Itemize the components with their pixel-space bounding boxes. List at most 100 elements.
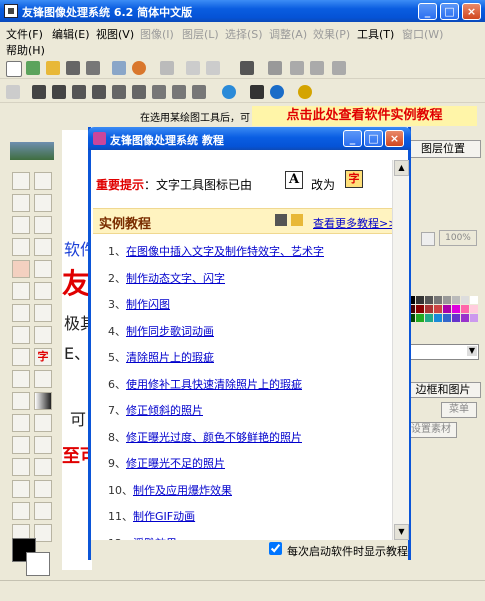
color-swatch[interactable] [434, 305, 442, 313]
list-item[interactable]: 5、清除照片上的瑕疵 [108, 349, 214, 365]
ellipse-tool[interactable] [12, 304, 30, 322]
list-item[interactable]: 9、修正曝光不足的照片 [108, 455, 225, 471]
play-icon[interactable] [192, 85, 206, 99]
scan-icon[interactable] [26, 61, 40, 75]
color-swatch[interactable] [452, 296, 460, 304]
move-tool[interactable] [34, 172, 52, 190]
darken-tool[interactable] [34, 458, 52, 476]
ellipse-select-tool[interactable] [34, 194, 52, 212]
layer-copy-icon[interactable] [52, 85, 66, 99]
heal-tool[interactable] [34, 524, 52, 542]
brush-tool[interactable] [34, 282, 52, 300]
brighten-tool[interactable] [12, 458, 30, 476]
film-icon[interactable] [250, 85, 264, 99]
list-item-link[interactable]: 制作动态文字、闪字 [126, 272, 225, 285]
list-item[interactable]: 8、修正曝光过度、颜色不够鲜艳的照片 [108, 429, 302, 445]
camera-icon[interactable] [132, 61, 146, 75]
eraser-tool[interactable] [34, 370, 52, 388]
color-swatch[interactable] [470, 305, 478, 313]
menu-view[interactable]: 视图(V) [96, 26, 134, 42]
blur-tool[interactable] [12, 480, 30, 498]
rectangle-tool[interactable] [12, 326, 30, 344]
zoom-tool[interactable] [12, 436, 30, 454]
round-select-tool[interactable] [12, 194, 30, 212]
color-swatch[interactable] [470, 296, 478, 304]
magic-select-tool[interactable] [34, 238, 52, 256]
menu-adjust[interactable]: 调整(A) [269, 26, 307, 42]
color-swatch[interactable] [434, 314, 442, 322]
highlighter-tool[interactable] [34, 436, 52, 454]
color-swatch[interactable] [425, 296, 433, 304]
color-swatch[interactable] [434, 296, 442, 304]
flip-icon[interactable] [332, 61, 346, 75]
dialog-scrollbar[interactable]: ▲ ▼ [392, 160, 409, 540]
minimize-button[interactable]: _ [418, 3, 437, 20]
palette-dropdown[interactable]: ▼ [407, 344, 479, 360]
layer-new-icon[interactable] [32, 85, 46, 99]
transform-tool[interactable] [12, 282, 30, 300]
list-item-link[interactable]: 在图像中插入文字及制作特效字、艺术字 [126, 245, 324, 258]
menu-layer[interactable]: 图层(L) [182, 26, 219, 42]
import-icon[interactable] [112, 61, 126, 75]
open-folder-icon[interactable] [46, 61, 60, 75]
settings-button[interactable]: 设置素材 [405, 422, 457, 438]
layer-delete-icon[interactable] [132, 85, 146, 99]
layer-lock-icon[interactable] [152, 85, 166, 99]
undo-icon[interactable] [6, 85, 20, 99]
list-item[interactable]: 2、制作动态文字、闪字 [108, 270, 225, 286]
menu-button[interactable]: 菜单 [441, 402, 477, 418]
menu-edit[interactable]: 编辑(E) [52, 26, 90, 42]
curve-tool[interactable] [12, 370, 30, 388]
color-swatch[interactable] [416, 314, 424, 322]
rotate-icon[interactable] [310, 61, 324, 75]
color-swatch[interactable] [443, 314, 451, 322]
color-swatch[interactable] [443, 305, 451, 313]
print-icon[interactable] [160, 61, 174, 75]
copy-icon[interactable] [206, 61, 220, 75]
list-item[interactable]: 1、在图像中插入文字及制作特效字、艺术字 [108, 243, 324, 259]
color-swatch[interactable] [416, 296, 424, 304]
tab-frames-pictures[interactable]: 边框和图片 [405, 382, 481, 398]
list-item[interactable]: 10、制作及应用爆炸效果 [108, 482, 232, 498]
cut-icon[interactable] [186, 61, 200, 75]
color-swatch[interactable] [425, 305, 433, 313]
list-item-link[interactable]: 制作同步歌词动画 [126, 325, 214, 338]
menu-window[interactable]: 窗口(W) [402, 26, 443, 42]
magnet-lasso-tool[interactable] [12, 238, 30, 256]
background-color-swatch[interactable] [26, 552, 50, 576]
menu-tools[interactable]: 工具(T) [357, 26, 394, 42]
close-button[interactable]: × [462, 3, 481, 20]
save-as-icon[interactable] [86, 61, 100, 75]
lasso-tool[interactable] [12, 216, 30, 234]
list-item[interactable]: 3、制作闪图 [108, 296, 170, 312]
help-icon[interactable] [298, 85, 312, 99]
list-item[interactable]: 4、制作同步歌词动画 [108, 323, 214, 339]
eyedropper-tool[interactable] [12, 414, 30, 432]
list-item-link[interactable]: 制作及应用爆炸效果 [133, 484, 232, 497]
gradient-tool[interactable] [34, 392, 52, 410]
show-tutorial-checkbox[interactable] [269, 542, 282, 555]
color-swatch[interactable] [461, 296, 469, 304]
layer-up-icon[interactable] [72, 85, 86, 99]
list-item-link[interactable]: 修正曝光过度、颜色不够鲜艳的照片 [126, 431, 302, 444]
rect-select-tool[interactable] [12, 172, 30, 190]
rounded-rect-tool[interactable] [34, 326, 52, 344]
color-swatch[interactable] [425, 314, 433, 322]
sharpen-tool[interactable] [34, 480, 52, 498]
list-item[interactable]: 7、修正倾斜的照片 [108, 402, 203, 418]
crop-tool[interactable] [12, 260, 30, 278]
dialog-close-button[interactable]: × [385, 130, 404, 147]
zoom-out-button[interactable] [421, 232, 435, 246]
color-swatch[interactable] [443, 296, 451, 304]
pencil-tool[interactable] [34, 260, 52, 278]
color-swatch[interactable] [416, 305, 424, 313]
text-tool[interactable]: 字 [34, 348, 52, 366]
fill-tool[interactable] [12, 392, 30, 410]
list-item-link[interactable]: 清除照片上的瑕疵 [126, 351, 214, 364]
polygon-tool[interactable] [12, 348, 30, 366]
color-swatch[interactable] [461, 314, 469, 322]
menu-help[interactable]: 帮助(H) [6, 42, 45, 58]
line-tool[interactable] [34, 304, 52, 322]
list-item-link[interactable]: 制作闪图 [126, 298, 170, 311]
poly-lasso-tool[interactable] [34, 216, 52, 234]
